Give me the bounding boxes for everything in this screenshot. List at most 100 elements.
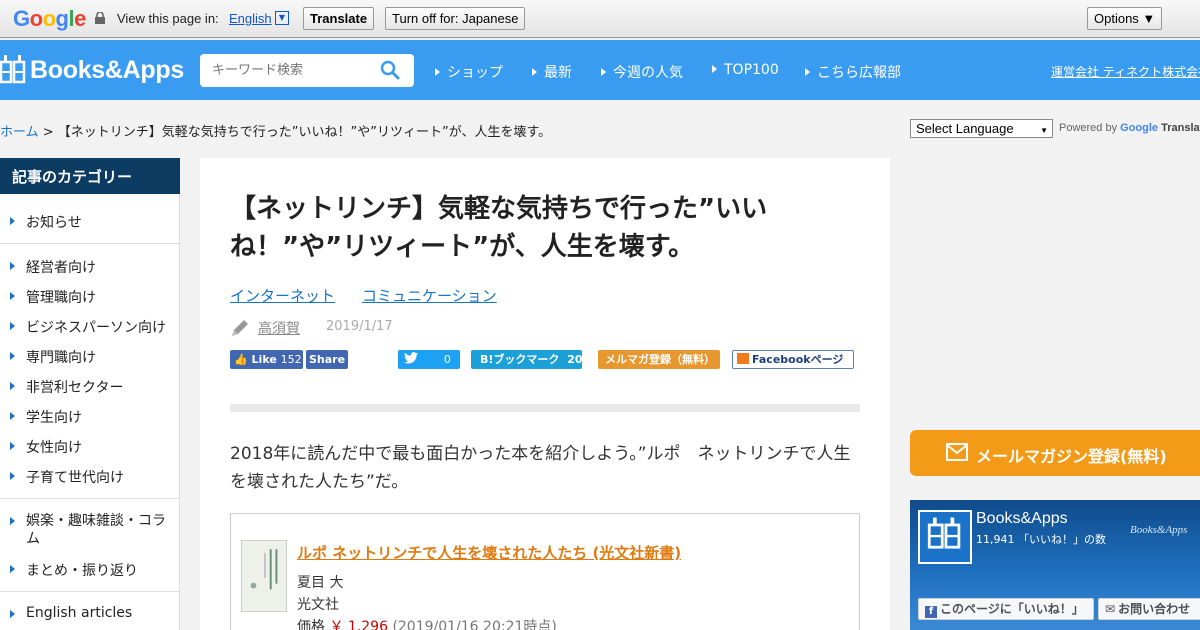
flag-icon — [737, 353, 749, 364]
fb-page-label: Facebookページ — [752, 353, 844, 366]
price-note: (2019/01/16 20:21時点) — [392, 619, 557, 630]
book-cover-art — [242, 541, 286, 611]
translate-button[interactable]: Translate — [303, 7, 375, 30]
book-publisher: 光文社 — [297, 597, 339, 613]
nav-popular[interactable]: 今週の人気 — [601, 62, 683, 82]
hatena-count: 20 — [567, 353, 583, 366]
logo-letter: g — [55, 6, 69, 31]
site-header: Books&Apps ショップ 最新 今週の人気 TOP100 こちら広報部 運… — [0, 40, 1200, 100]
author-link[interactable]: 高須賀 — [258, 318, 300, 338]
like-page-button[interactable]: f このページに「いいね！」 — [918, 598, 1094, 620]
category-label: 娯楽・趣味雑談・コラム — [26, 513, 166, 547]
tag-internet[interactable]: インターネット — [230, 285, 335, 306]
powered-by: Powered by Google Translate — [1059, 122, 1200, 134]
logo-icon — [927, 517, 961, 549]
nav-latest[interactable]: 最新 — [532, 62, 572, 82]
facebook-page-widget: Books&Apps 11,941 「いいね！」の数 Books&Apps fこ… — [910, 500, 1200, 630]
category-item[interactable]: お知らせ — [10, 212, 82, 232]
company-link[interactable]: 運営会社 ティネクト株式会社 — [1051, 63, 1200, 80]
category-label: English articles — [26, 605, 133, 621]
twitter-button[interactable]: 0 — [398, 350, 460, 369]
breadcrumb-separator: > — [38, 125, 58, 140]
page-avatar[interactable] — [918, 510, 972, 564]
search-input[interactable] — [200, 54, 370, 87]
facebook-icon: f — [925, 606, 937, 618]
breadcrumb-current: 【ネットリンチ】気軽な気持ちで行った”いいね！”や”リツィート”が、人生を壊す。 — [57, 125, 552, 140]
search-box — [200, 54, 414, 87]
page-name[interactable]: Books&Apps — [976, 510, 1068, 528]
nav-top100[interactable]: TOP100 — [712, 62, 779, 78]
category-item[interactable]: 経営者向け — [10, 257, 96, 277]
hatena-label: ブックマーク — [493, 353, 560, 366]
book-card: ルポ ネットリンチで人生を壊された人たち (光文社新書) 夏目 大 光文社 価格… — [230, 513, 860, 630]
category-item[interactable]: 管理職向け — [10, 287, 96, 307]
publish-date: 2019/1/17 — [326, 319, 393, 334]
category-label: 女性向け — [26, 440, 82, 456]
language-link[interactable]: English — [229, 11, 272, 26]
language-select[interactable]: Select Language — [910, 119, 1053, 139]
facebook-page-button[interactable]: Facebookページ — [732, 350, 854, 369]
turn-off-button[interactable]: Turn off for: Japanese — [385, 7, 526, 30]
view-label: View this page in: — [117, 11, 219, 26]
fb-like-count: 152 — [280, 353, 302, 366]
thumbs-up-icon: 👍 — [234, 353, 248, 366]
category-label: まとめ・振り返り — [26, 563, 138, 579]
contact-button[interactable]: ✉ お問い合わせ — [1098, 598, 1200, 620]
tag-communication[interactable]: コミュニケーション — [362, 285, 497, 306]
category-item[interactable]: 子育て世代向け — [10, 467, 124, 487]
category-item[interactable]: 学生向け — [10, 407, 82, 427]
logo-letter: o — [29, 6, 43, 31]
category-panel: お知らせ 経営者向け 管理職向け ビジネスパーソン向け 専門職向け 非営利セクタ… — [0, 194, 180, 630]
mail-magazine-banner[interactable]: メールマガジン登録(無料) — [910, 430, 1200, 476]
category-item[interactable]: 女性向け — [10, 437, 82, 457]
breadcrumb: ホーム > 【ネットリンチ】気軽な気持ちで行った”いいね！”や”リツィート”が、… — [0, 121, 551, 140]
facebook-like-button[interactable]: 👍 Like 152 — [230, 350, 303, 369]
watermark-logo: Books&Apps — [1130, 524, 1188, 536]
twitter-count: 0 — [443, 353, 451, 366]
logo-letter: G — [13, 6, 30, 31]
google-logo: Google — [13, 6, 86, 32]
category-divider — [0, 243, 180, 244]
like-page-label: このページに「いいね！」 — [940, 602, 1084, 616]
nav-shop[interactable]: ショップ — [435, 62, 503, 82]
hatena-bookmark-button[interactable]: B!ブックマーク 20 — [471, 350, 583, 369]
category-item[interactable]: 専門職向け — [10, 347, 96, 367]
chevron-down-icon[interactable]: ▼ — [275, 11, 289, 25]
nav-pr[interactable]: こちら広報部 — [805, 62, 901, 82]
category-label: 専門職向け — [26, 350, 96, 366]
mail-icon: ✉ — [1105, 602, 1116, 616]
category-item[interactable]: 非営利セクター — [10, 377, 123, 397]
price-label: 価格 — [297, 619, 325, 630]
lock-icon — [95, 12, 105, 24]
options-button[interactable]: Options ▼ — [1087, 7, 1163, 30]
category-item[interactable]: 娯楽・趣味雑談・コラム — [10, 512, 170, 548]
article-lead: 2018年に読んだ中で最も面白かった本を紹介しよう。”ルポ ネットリンチで人生を… — [230, 444, 851, 492]
category-label: 管理職向け — [26, 290, 96, 306]
category-item[interactable]: まとめ・振り返り — [10, 560, 138, 580]
twitter-bird-icon — [404, 352, 418, 364]
category-label: 経営者向け — [26, 260, 96, 276]
powered-translate: Translate — [1161, 122, 1200, 134]
pencil-icon — [232, 320, 248, 336]
logo-letter: e — [74, 6, 86, 31]
powered-by-label: Powered by — [1059, 122, 1118, 134]
book-title-link[interactable]: ルポ ネットリンチで人生を壊された人たち (光文社新書) — [297, 542, 681, 563]
category-item[interactable]: English articles — [10, 605, 132, 621]
fb-like-label: Like — [251, 353, 277, 366]
breadcrumb-home[interactable]: ホーム — [0, 125, 39, 140]
category-item[interactable]: ビジネスパーソン向け — [10, 317, 166, 337]
contact-label: お問い合わせ — [1118, 602, 1191, 616]
logo-text: Books&Apps — [30, 56, 184, 84]
hatena-b-icon: B! — [480, 353, 494, 366]
mailmag-button[interactable]: メルマガ登録（無料） — [598, 350, 720, 369]
book-author: 夏目 大 — [297, 575, 344, 591]
translate-bar: Google View this page in: English ▼ Tran… — [0, 0, 1200, 38]
facebook-share-button[interactable]: Share — [306, 350, 348, 369]
book-cover-image[interactable] — [241, 540, 287, 612]
search-icon[interactable] — [380, 60, 400, 80]
category-label: ビジネスパーソン向け — [26, 320, 166, 336]
divider-bar — [230, 404, 860, 412]
mail-icon — [946, 443, 968, 461]
book-price: ￥ 1,296 — [329, 619, 388, 630]
article: 【ネットリンチ】気軽な気持ちで行った”いいね！”や”リツィート”が、人生を壊す。… — [200, 158, 890, 630]
